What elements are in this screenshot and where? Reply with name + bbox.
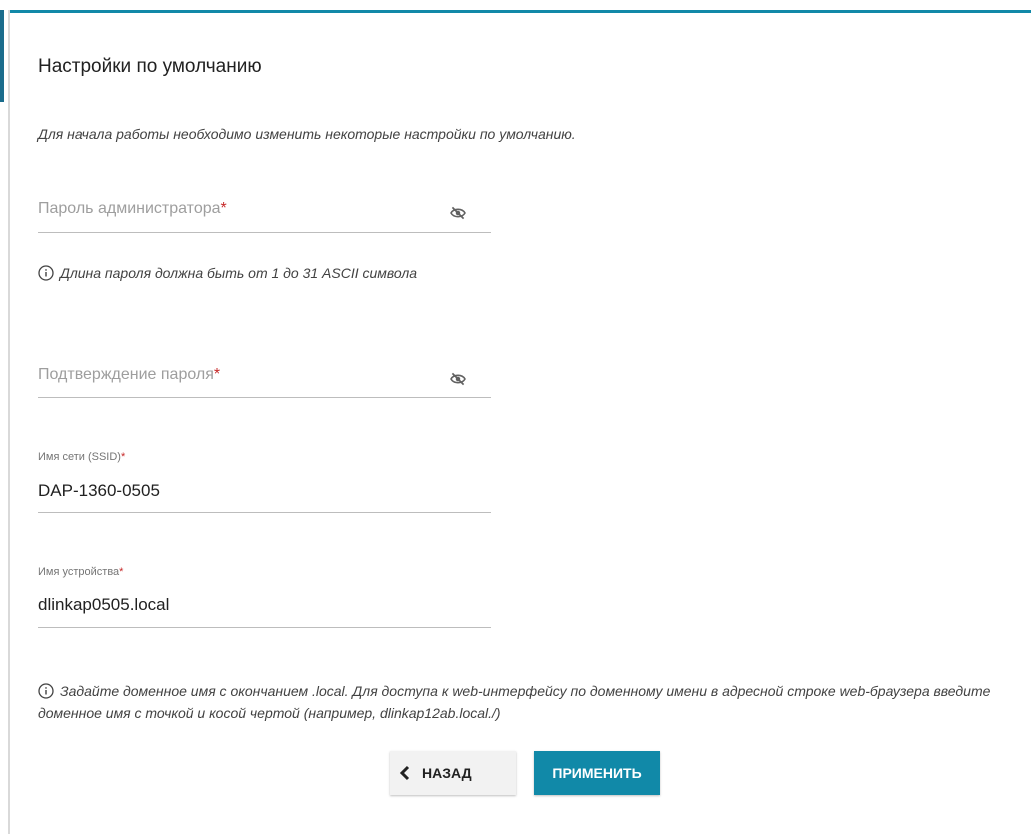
ssid-field[interactable]: Имя сети (SSID)* DAP-1360-0505	[38, 450, 491, 513]
intro-text: Для начала работы необходимо изменить не…	[38, 126, 576, 142]
left-accent-bar	[0, 10, 4, 102]
back-button-label: НАЗАД	[422, 765, 472, 781]
eye-off-icon[interactable]	[449, 206, 467, 220]
device-name-label: Имя устройства*	[38, 566, 124, 578]
apply-button-label: ПРИМЕНИТЬ	[552, 765, 642, 781]
admin-password-placeholder: Пароль администратора*	[38, 200, 227, 217]
left-border	[8, 10, 10, 834]
apply-button[interactable]: ПРИМЕНИТЬ	[534, 751, 660, 795]
info-icon	[38, 683, 54, 699]
top-accent-bar	[10, 10, 1031, 13]
chevron-left-icon	[399, 765, 410, 781]
eye-off-icon[interactable]	[449, 372, 467, 386]
settings-panel: Настройки по умолчанию Для начала работы…	[0, 0, 1031, 834]
password-length-hint: Длина пароля должна быть от 1 до 31 ASCI…	[38, 265, 417, 281]
domain-name-hint: Задайте доменное имя с окончанием .local…	[38, 683, 991, 721]
device-name-value: dlinkap0505.local	[38, 595, 170, 614]
admin-password-field[interactable]: Пароль администратора*	[38, 196, 491, 233]
confirm-password-field[interactable]: Подтверждение пароля*	[38, 362, 491, 398]
back-button[interactable]: НАЗАД	[390, 751, 516, 795]
ssid-value: DAP-1360-0505	[38, 481, 160, 500]
ssid-label: Имя сети (SSID)*	[38, 451, 126, 463]
page-title: Настройки по умолчанию	[38, 56, 262, 77]
confirm-password-placeholder: Подтверждение пароля*	[38, 366, 221, 383]
device-name-field[interactable]: Имя устройства* dlinkap0505.local	[38, 565, 491, 628]
info-icon	[38, 265, 54, 281]
